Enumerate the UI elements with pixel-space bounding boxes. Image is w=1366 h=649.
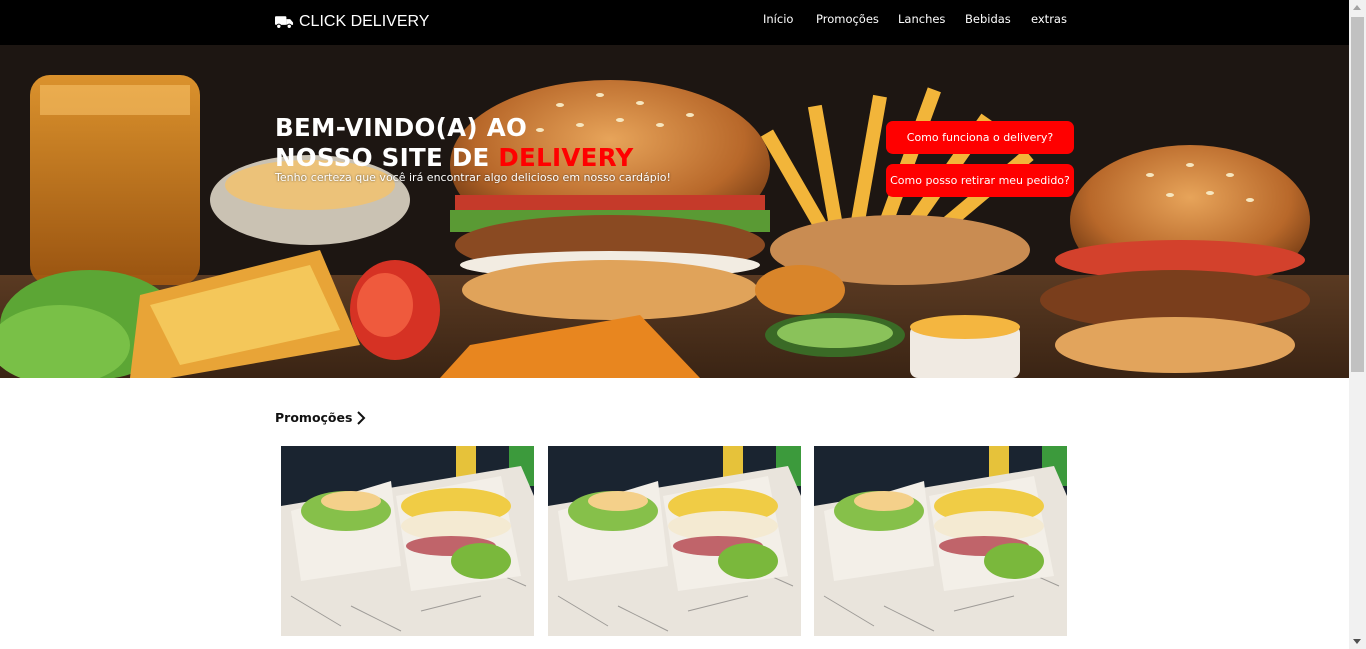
nav-link-promocoes[interactable]: Promoções — [816, 12, 879, 26]
promo-card-image[interactable] — [814, 446, 1067, 636]
promo-card[interactable] — [281, 446, 534, 649]
hero-food-image — [0, 45, 1349, 378]
hero-banner: BEM-VINDO(A) AO NOSSO SITE DE DELIVERY T… — [0, 45, 1349, 378]
nav-link-lanches[interactable]: Lanches — [898, 12, 945, 26]
hero-title: BEM-VINDO(A) AO NOSSO SITE DE DELIVERY — [275, 113, 634, 173]
nav-link-inicio[interactable]: Início — [763, 12, 793, 26]
nav-menu: Início Promoções Lanches Bebidas extras — [0, 12, 1349, 30]
chevron-right-icon — [357, 410, 366, 425]
promo-card-image[interactable] — [548, 446, 801, 636]
promo-card[interactable] — [814, 446, 1067, 649]
hero-title-prefix: NOSSO SITE DE — [275, 143, 499, 172]
how-to-pickup-button[interactable]: Como posso retirar meu pedido? — [886, 164, 1074, 197]
nav-link-extras[interactable]: extras — [1031, 12, 1067, 26]
hero-title-line1: BEM-VINDO(A) AO — [275, 113, 528, 142]
hero-title-accent: DELIVERY — [498, 143, 634, 172]
vertical-scrollbar[interactable] — [1349, 0, 1366, 649]
nav-link-bebidas[interactable]: Bebidas — [965, 12, 1011, 26]
scroll-down-icon[interactable] — [1353, 639, 1361, 644]
how-delivery-works-button[interactable]: Como funciona o delivery? — [886, 121, 1074, 154]
hero-subtitle: Tenho certeza que você irá encontrar alg… — [275, 171, 671, 184]
promotions-title: Promoções — [275, 410, 353, 425]
hero-title-line2: NOSSO SITE DE DELIVERY — [275, 143, 634, 173]
scroll-up-icon[interactable] — [1353, 5, 1361, 10]
promo-card[interactable] — [548, 446, 801, 649]
promotions-heading[interactable]: Promoções — [275, 410, 366, 425]
promo-card-image[interactable] — [281, 446, 534, 636]
navbar: CLICK DELIVERY Início Promoções Lanches … — [0, 0, 1349, 45]
scroll-thumb[interactable] — [1351, 17, 1364, 372]
